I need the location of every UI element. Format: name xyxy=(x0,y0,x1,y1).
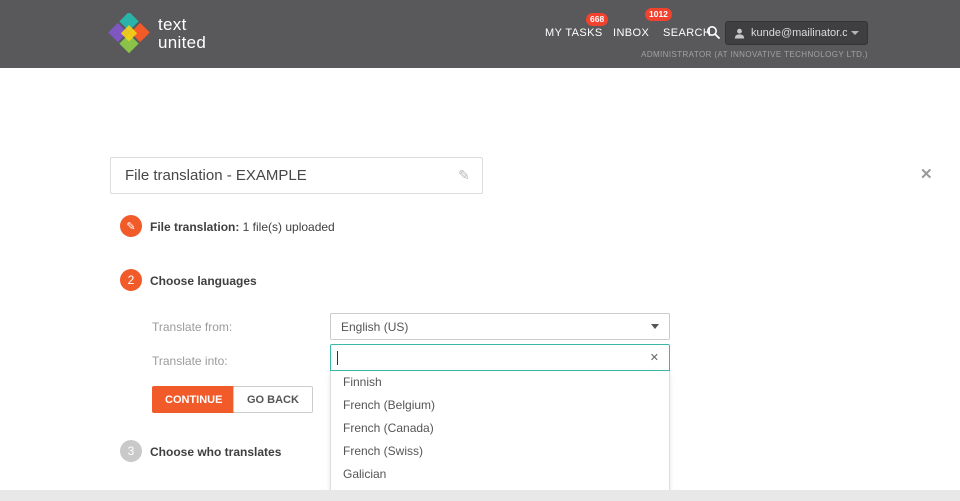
project-title: File translation - EXAMPLE xyxy=(111,167,446,184)
language-option[interactable]: Galician xyxy=(331,463,669,486)
clear-input-icon[interactable]: ✕ xyxy=(650,351,659,364)
screen: text united MY TASKS 668 INBOX 1012 SEAR… xyxy=(0,0,960,501)
file-translation-panel: File translation - EXAMPLE ✎ ✕ ✎ File tr… xyxy=(0,68,960,490)
account-dropdown[interactable]: kunde@mailinator.com xyxy=(725,21,868,45)
close-icon[interactable]: ✕ xyxy=(920,165,933,183)
account-role: ADMINISTRATOR (AT INNOVATIVE TECHNOLOGY … xyxy=(641,50,868,59)
my-tasks-badge: 668 xyxy=(586,13,608,26)
nav-my-tasks[interactable]: MY TASKS xyxy=(545,27,603,39)
step-3-circle: 3 xyxy=(120,440,142,462)
inbox-badge: 1012 xyxy=(645,8,672,21)
language-option[interactable]: French (Canada) xyxy=(331,417,669,440)
nav-search[interactable]: SEARCH xyxy=(663,27,711,39)
logo-diamond-icon xyxy=(108,13,150,55)
step-3-label: Choose who translates xyxy=(150,445,281,459)
step-1-label: File translation: 1 file(s) uploaded xyxy=(150,220,335,234)
step-1-circle: ✎ xyxy=(120,215,142,237)
translate-from-select[interactable]: English (US) xyxy=(330,313,670,340)
project-title-box[interactable]: File translation - EXAMPLE ✎ xyxy=(110,157,483,194)
top-header: text united MY TASKS 668 INBOX 1012 SEAR… xyxy=(0,0,960,68)
language-option[interactable]: French (Belgium) xyxy=(331,394,669,417)
chevron-down-icon xyxy=(851,31,859,35)
logo-text: text united xyxy=(158,16,206,52)
translate-from-value: English (US) xyxy=(341,320,408,334)
step-2-label: Choose languages xyxy=(150,274,257,288)
edit-title-icon[interactable]: ✎ xyxy=(446,167,482,184)
step-2-circle: 2 xyxy=(120,269,142,291)
continue-button[interactable]: CONTINUE xyxy=(152,386,235,413)
search-icon[interactable] xyxy=(706,25,720,39)
language-dropdown-list: Finnish French (Belgium) French (Canada)… xyxy=(330,371,670,501)
pencil-icon: ✎ xyxy=(126,220,135,233)
translate-into-input[interactable]: ✕ xyxy=(330,344,670,371)
go-back-button[interactable]: GO BACK xyxy=(233,386,313,413)
account-email: kunde@mailinator.com xyxy=(751,27,847,39)
user-icon xyxy=(734,28,745,39)
translate-into-label: Translate into: xyxy=(152,354,228,368)
logo[interactable]: text united xyxy=(108,13,206,55)
nav-inbox[interactable]: INBOX xyxy=(613,27,649,39)
chevron-down-icon xyxy=(651,324,659,329)
language-option[interactable]: French (Swiss) xyxy=(331,440,669,463)
language-option[interactable]: Finnish xyxy=(331,371,669,394)
text-cursor xyxy=(337,351,338,365)
translate-from-label: Translate from: xyxy=(152,320,232,334)
page-background-strip xyxy=(0,490,960,501)
